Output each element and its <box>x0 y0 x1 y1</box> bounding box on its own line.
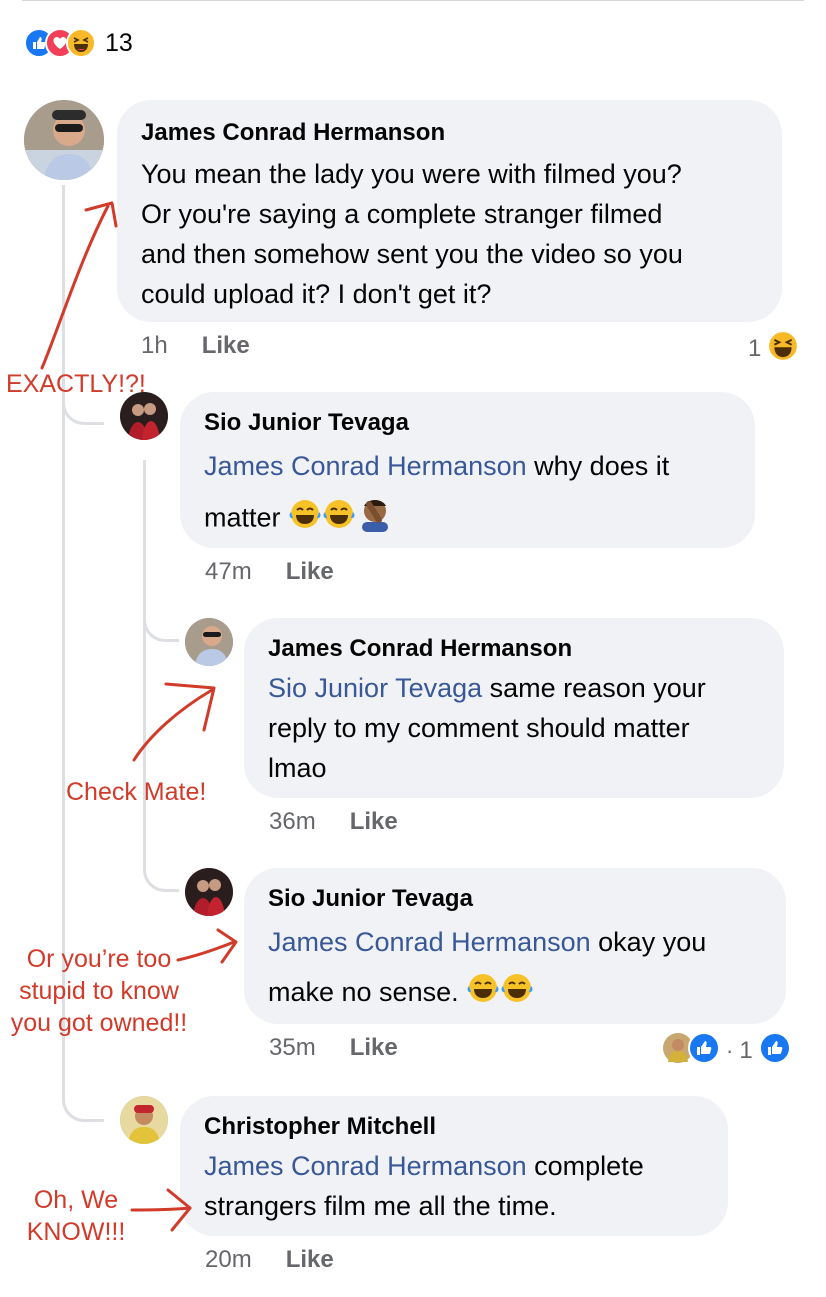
annotation-checkmate: Check Mate! <box>66 778 207 806</box>
annotation-arrowhead <box>164 682 216 732</box>
annotation-arrows <box>40 201 238 1232</box>
annotation-line: KNOW!!! <box>26 1218 126 1246</box>
annotation-too-stupid: Or you’re too stupid to know you got own… <box>0 943 198 1039</box>
annotation-line: you got owned!! <box>10 1009 188 1037</box>
annotation-arrow <box>40 204 110 370</box>
annotation-line: Oh, We <box>33 1186 119 1214</box>
annotation-we-know: Oh, We KNOW!!! <box>20 1184 132 1248</box>
annotation-exactly: EXACTLY!?! <box>6 370 146 398</box>
annotation-line: stupid to know <box>19 977 179 1005</box>
annotation-arrow <box>132 688 214 762</box>
annotation-line: Or you’re too <box>26 945 172 973</box>
annotation-arrow <box>130 1206 192 1212</box>
